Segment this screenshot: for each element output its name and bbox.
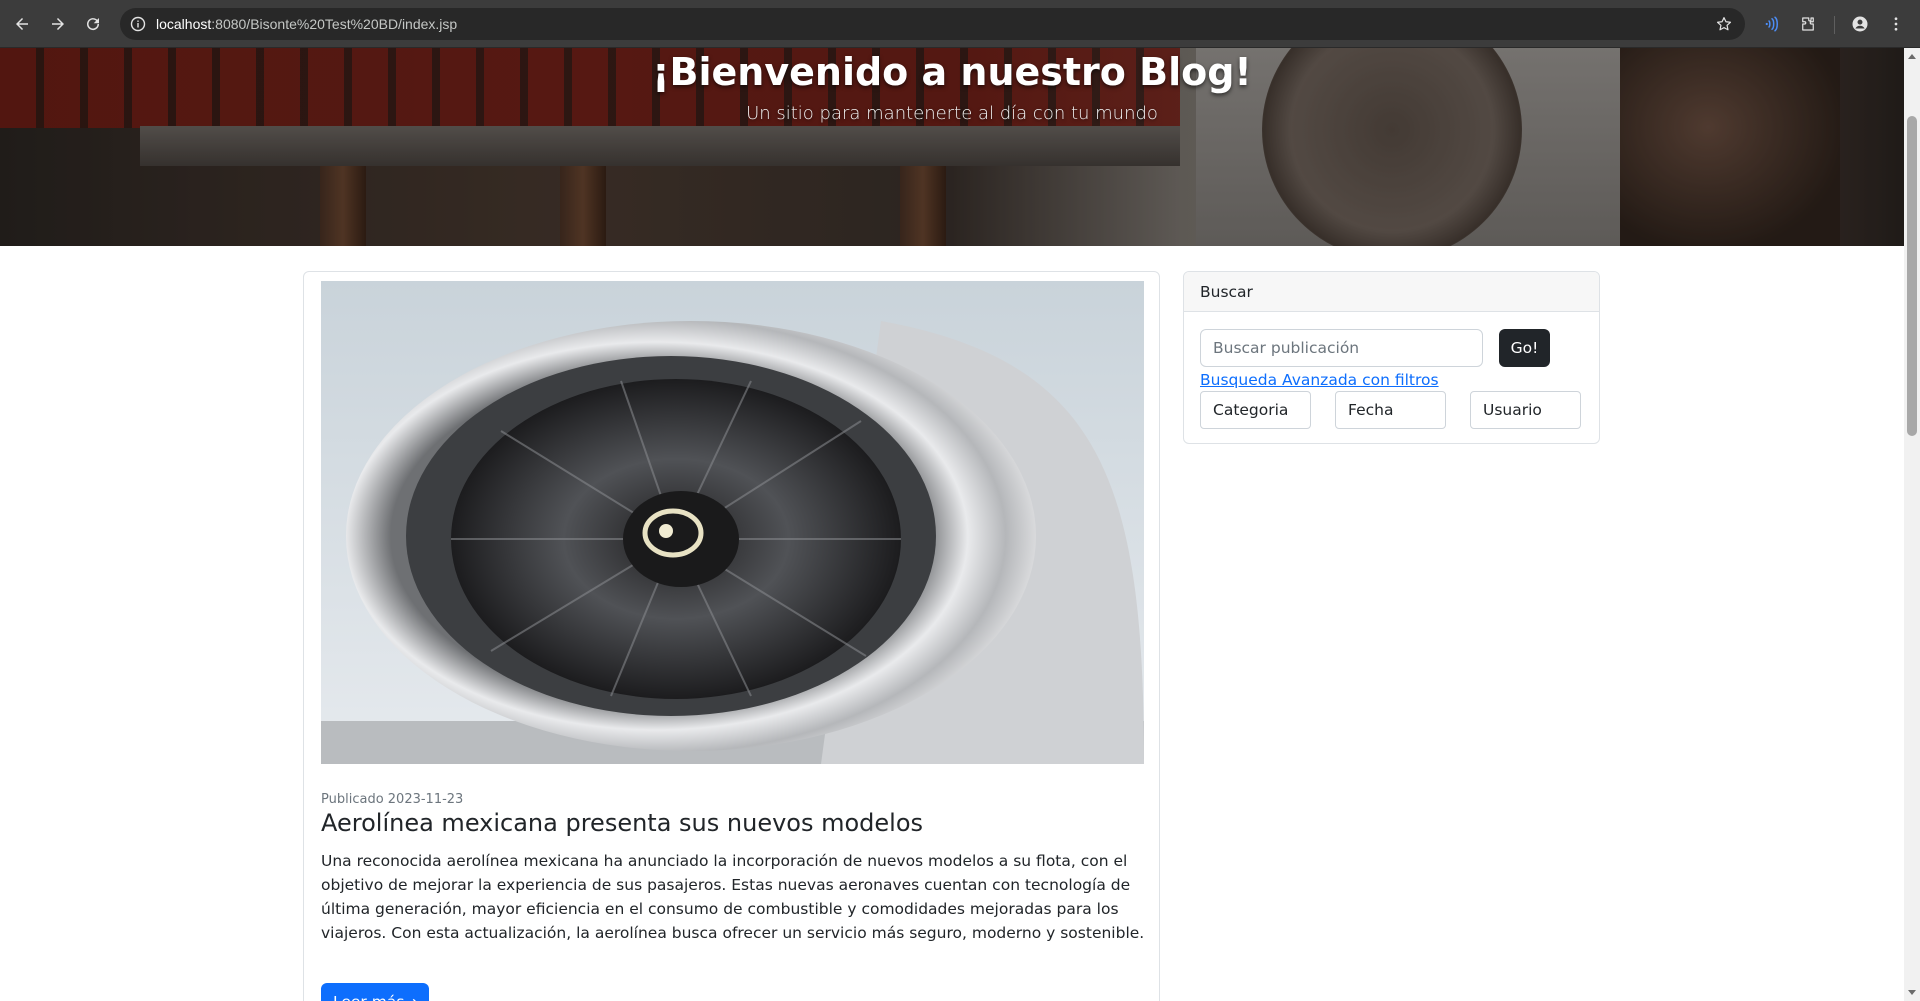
- profile-icon[interactable]: [1846, 10, 1874, 38]
- url-path: :8080/Bisonte%20Test%20BD/index.jsp: [211, 16, 458, 32]
- hero-subtitle: Un sitio para mantenerte al día con tu m…: [746, 103, 1158, 124]
- search-input[interactable]: [1200, 329, 1483, 367]
- read-more-button[interactable]: Leer más→: [321, 983, 430, 1001]
- filter-date-button[interactable]: Fecha: [1335, 391, 1446, 429]
- scroll-down-arrow-icon[interactable]: [1908, 990, 1916, 995]
- search-card-header: Buscar: [1184, 272, 1599, 312]
- post-image[interactable]: [321, 281, 1144, 764]
- scroll-up-arrow-icon[interactable]: [1908, 54, 1916, 59]
- hero-banner: ¡Bienvenido a nuestro Blog! Un sitio par…: [0, 48, 1904, 246]
- url-host: localhost: [156, 16, 212, 32]
- post-excerpt: Una reconocida aerolínea mexicana ha anu…: [321, 852, 1145, 942]
- filter-user-button[interactable]: Usuario: [1470, 391, 1581, 429]
- back-icon[interactable]: [8, 10, 36, 38]
- page-viewport: ¡Bienvenido a nuestro Blog! Un sitio par…: [0, 48, 1904, 1001]
- hero-title: ¡Bienvenido a nuestro Blog!: [652, 50, 1252, 94]
- bookmark-star-icon[interactable]: [1715, 15, 1733, 33]
- featured-post-card: Publicado 2023-11-23 Aerolínea mexicana …: [303, 271, 1160, 1001]
- forward-icon[interactable]: [44, 10, 72, 38]
- advanced-search-link[interactable]: Busqueda Avanzada con filtros: [1200, 371, 1439, 389]
- scrollbar-thumb[interactable]: [1907, 116, 1917, 436]
- post-date: Publicado 2023-11-23: [321, 792, 464, 807]
- url-text[interactable]: localhost:8080/Bisonte%20Test%20BD/index…: [156, 8, 457, 40]
- browser-toolbar: localhost:8080/Bisonte%20Test%20BD/index…: [0, 0, 1920, 48]
- post-title[interactable]: Aerolínea mexicana presenta sus nuevos m…: [321, 809, 1141, 837]
- menu-icon[interactable]: [1882, 10, 1910, 38]
- reload-icon[interactable]: [79, 10, 107, 38]
- toolbar-separator: [1834, 16, 1835, 34]
- search-go-button[interactable]: Go!: [1499, 329, 1550, 367]
- address-bar[interactable]: localhost:8080/Bisonte%20Test%20BD/index…: [120, 8, 1745, 40]
- site-info-icon[interactable]: [130, 16, 146, 32]
- search-card: Buscar Go! Busqueda Avanzada con filtros…: [1183, 271, 1600, 444]
- filter-category-button[interactable]: Categoria: [1200, 391, 1311, 429]
- media-cast-icon[interactable]: [1758, 10, 1786, 38]
- extensions-icon[interactable]: [1794, 10, 1822, 38]
- page-scrollbar[interactable]: [1904, 48, 1920, 1001]
